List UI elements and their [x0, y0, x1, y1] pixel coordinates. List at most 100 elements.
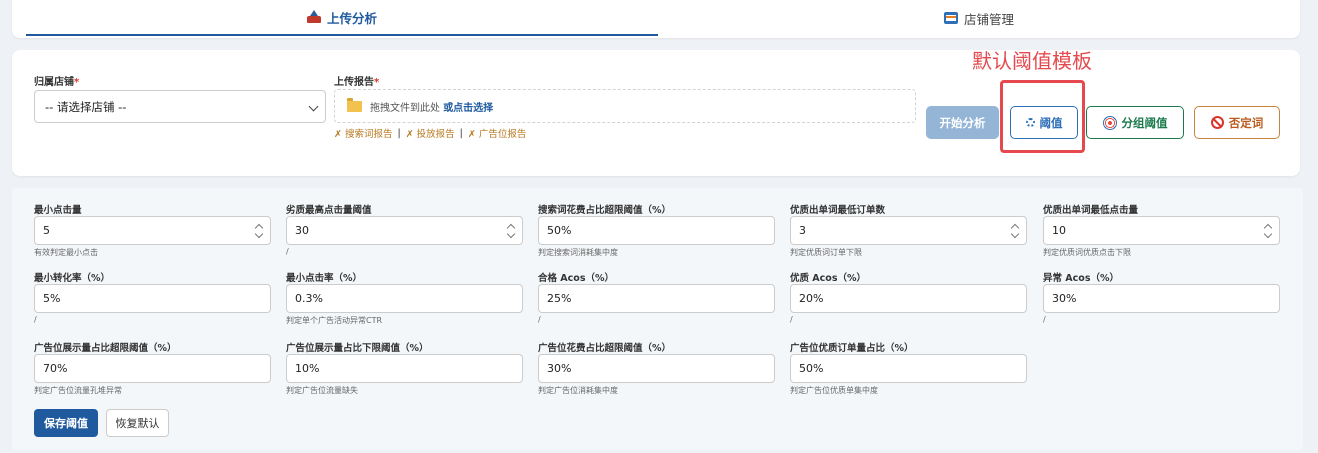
threshold-field-hint: 判定广告位消耗集中度	[538, 386, 618, 395]
threshold-field: 最小点击量 5 有效判定最小点击	[34, 202, 271, 258]
threshold-field-hint: /	[790, 315, 793, 324]
store-label: 归属店铺*	[34, 77, 80, 88]
threshold-field-hint: /	[538, 315, 541, 324]
group-threshold-button[interactable]: 分组阈值	[1086, 106, 1184, 139]
threshold-field-hint: 判定优质词订单下限	[790, 248, 862, 257]
threshold-field-label: 合格 Acos（%）	[538, 273, 614, 284]
reset-label: 恢复默认	[115, 417, 160, 430]
report-label: 上传报告*	[334, 77, 380, 88]
tab-label: 上传分析	[326, 10, 377, 26]
threshold-field: 异常 Acos（%） 30% /	[1043, 270, 1280, 326]
threshold-input[interactable]: 20%	[790, 284, 1027, 313]
tab-upload-analysis[interactable]: 上传分析	[26, 0, 658, 36]
separator: |	[459, 127, 463, 139]
threshold-input[interactable]: 50%	[538, 216, 775, 245]
threshold-field: 优质出单词最低点击量 10 判定优质词优质点击下限	[1043, 202, 1280, 258]
threshold-field-hint: /	[286, 247, 289, 256]
threshold-field-label: 广告位优质订单量占比（%）	[790, 343, 914, 354]
report-status-list: ✗ 搜索词报告 | ✗ 投放报告 | ✗ 广告位报告	[334, 126, 527, 141]
threshold-field-hint: /	[1043, 315, 1046, 324]
file-dropzone[interactable]: 拖拽文件到此处 或点击选择	[334, 89, 916, 123]
tab-store-management[interactable]: 店铺管理	[658, 0, 1300, 36]
drop-text: 拖拽文件到此处	[370, 102, 440, 114]
threshold-field: 最小点击率（%） 0.3% 判定单个广告活动异常CTR	[286, 270, 523, 326]
threshold-field-hint: 判定搜索词消耗集中度	[538, 248, 618, 257]
threshold-field: 优质出单词最低订单数 3 判定优质词订单下限	[790, 202, 1027, 258]
threshold-input[interactable]: 5	[34, 216, 271, 245]
threshold-field-label: 广告位花费占比超限阈值（%）	[538, 343, 672, 354]
threshold-field: 优质 Acos（%） 20% /	[790, 270, 1027, 326]
threshold-input-value: 5%	[43, 292, 61, 305]
stepper-arrows-icon[interactable]	[1264, 225, 1273, 238]
threshold-input[interactable]: 30	[286, 216, 523, 245]
threshold-field-label: 劣质最高点击量阈值	[286, 205, 372, 216]
threshold-field: 广告位优质订单量占比（%） 50% 判定广告位优质单集中度	[790, 340, 1027, 396]
threshold-input-value: 3	[799, 224, 806, 237]
threshold-input-value: 30%	[547, 362, 572, 375]
start-analysis-label: 开始分析	[939, 115, 986, 130]
threshold-input[interactable]: 3	[790, 216, 1027, 245]
threshold-field: 合格 Acos（%） 25% /	[538, 270, 775, 326]
reset-defaults-button[interactable]: 恢复默认	[106, 409, 169, 437]
threshold-input-value: 50%	[547, 224, 572, 237]
threshold-input[interactable]: 0.3%	[286, 284, 523, 313]
threshold-input[interactable]: 70%	[34, 354, 271, 383]
threshold-field: 搜索词花费占比超限阈值（%） 50% 判定搜索词消耗集中度	[538, 202, 775, 258]
threshold-input-value: 10%	[295, 362, 320, 375]
targeting-report-status: ✗ 投放报告	[405, 129, 455, 140]
threshold-field-label: 最小转化率（%）	[34, 273, 111, 284]
target-icon	[1102, 115, 1117, 130]
annotation-text: 默认阈值模板	[972, 49, 1092, 73]
folder-icon	[347, 97, 362, 112]
threshold-input[interactable]: 5%	[34, 284, 271, 313]
threshold-input-value: 50%	[799, 362, 824, 375]
threshold-field-hint: 判定广告位流量孔堆异常	[34, 386, 122, 395]
threshold-field-hint: 判定广告位流量缺失	[286, 386, 358, 395]
negative-keywords-label: 否定词	[1228, 115, 1264, 130]
threshold-input[interactable]: 30%	[1043, 284, 1280, 313]
choose-file-link[interactable]: 或点击选择	[443, 103, 493, 114]
threshold-field: 广告位花费占比超限阈值（%） 30% 判定广告位消耗集中度	[538, 340, 775, 396]
start-analysis-button[interactable]: 开始分析	[926, 106, 999, 139]
placement-report-status: ✗ 广告位报告	[467, 129, 527, 140]
threshold-field: 广告位展示量占比下限阈值（%） 10% 判定广告位流量缺失	[286, 340, 523, 396]
threshold-input-value: 0.3%	[295, 292, 323, 305]
stepper-arrows-icon[interactable]	[255, 225, 264, 238]
threshold-input[interactable]: 50%	[790, 354, 1027, 383]
threshold-field-label: 最小点击率（%）	[286, 273, 363, 284]
threshold-input-value: 30	[295, 224, 309, 237]
threshold-field-label: 最小点击量	[34, 205, 82, 216]
threshold-field-label: 优质出单词最低订单数	[790, 205, 886, 216]
threshold-field-hint: 判定单个广告活动异常CTR	[286, 316, 383, 325]
group-threshold-label: 分组阈值	[1121, 115, 1168, 130]
tab-bar: 上传分析 店铺管理	[12, 0, 1300, 38]
tab-label: 店铺管理	[963, 11, 1014, 27]
upload-card: 归属店铺* -- 请选择店铺 -- 上传报告* 拖拽文件到此处 或点击选择 ✗ …	[12, 50, 1300, 176]
store-icon	[943, 12, 958, 24]
threshold-field-label: 异常 Acos（%）	[1043, 273, 1119, 284]
threshold-field-label: 广告位展示量占比超限阈值（%）	[34, 343, 177, 354]
chevron-down-icon	[308, 101, 319, 112]
stepper-arrows-icon[interactable]	[1011, 225, 1020, 238]
threshold-input[interactable]: 10	[1043, 216, 1280, 245]
threshold-input-value: 25%	[547, 292, 572, 305]
threshold-input-value: 20%	[799, 292, 824, 305]
negative-keywords-button[interactable]: 否定词	[1194, 106, 1280, 139]
threshold-field-label: 优质 Acos（%）	[790, 273, 866, 284]
annotation-highlight-box	[1000, 80, 1085, 153]
save-thresholds-button[interactable]: 保存阈值	[34, 409, 98, 437]
prohibited-icon	[1210, 116, 1224, 129]
threshold-field: 最小转化率（%） 5% /	[34, 270, 271, 326]
threshold-field-hint: 判定广告位优质单集中度	[790, 386, 878, 395]
threshold-input-value: 5	[43, 224, 50, 237]
threshold-input[interactable]: 30%	[538, 354, 775, 383]
threshold-input-value: 30%	[1052, 292, 1077, 305]
search-term-report-status: ✗ 搜索词报告	[334, 129, 393, 140]
stepper-arrows-icon[interactable]	[507, 225, 516, 238]
threshold-field: 劣质最高点击量阈值 30 /	[286, 202, 523, 258]
store-select[interactable]: -- 请选择店铺 --	[34, 90, 326, 123]
threshold-input[interactable]: 10%	[286, 354, 523, 383]
threshold-input[interactable]: 25%	[538, 284, 775, 313]
threshold-field-label: 广告位展示量占比下限阈值（%）	[286, 343, 429, 354]
threshold-field-label: 搜索词花费占比超限阈值（%）	[538, 205, 672, 216]
